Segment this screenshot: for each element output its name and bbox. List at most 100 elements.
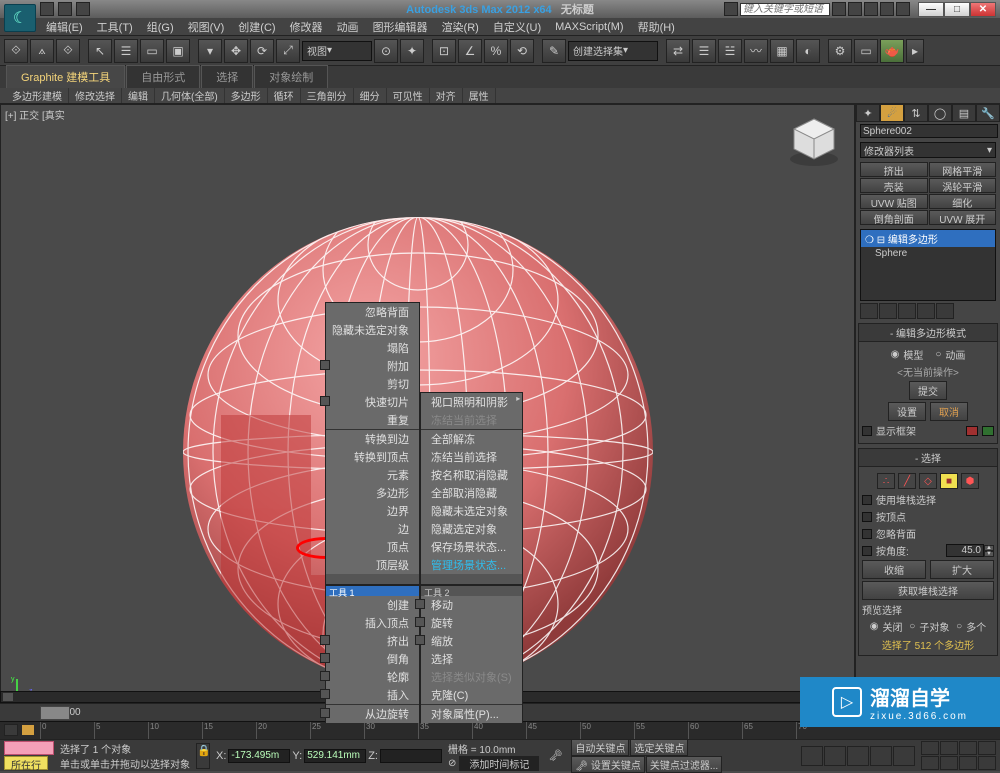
qm-ignore-backfacing[interactable]: 忽略背面 — [326, 303, 419, 321]
qm-viewport-lighting[interactable]: 视口照明和阴影 — [421, 393, 522, 411]
script-listener-mini[interactable] — [4, 741, 54, 755]
qm-repeat[interactable]: 重复 — [326, 411, 419, 429]
btn-tessellate[interactable]: 细化 — [929, 194, 997, 209]
scale-icon[interactable]: ⤢ — [276, 39, 300, 63]
angle-snap-icon[interactable]: ∠ — [458, 39, 482, 63]
rib-loops[interactable]: 循环 — [268, 88, 301, 103]
render-frame-icon[interactable]: ▭ — [854, 39, 878, 63]
qm-polygon[interactable]: 多边形 — [326, 484, 419, 502]
pin-stack-icon[interactable] — [860, 303, 878, 319]
exchange-icon[interactable] — [864, 2, 878, 16]
rib-tri[interactable]: 三角剖分 — [301, 88, 354, 103]
subobj-element-icon[interactable]: ⬢ — [961, 473, 979, 489]
btn-shrink[interactable]: 收缩 — [862, 560, 926, 579]
qm-element[interactable]: 元素 — [326, 466, 419, 484]
btn-commit[interactable]: 提交 — [909, 381, 947, 400]
manip-icon[interactable]: ✦ — [400, 39, 424, 63]
modifier-stack[interactable]: ❍ ⊟ 编辑多边形 Sphere — [860, 229, 996, 301]
qm-bevel[interactable]: 倒角 — [326, 650, 419, 668]
layers-icon[interactable]: ☱ — [718, 39, 742, 63]
toolbar-more-icon[interactable]: ▸ — [906, 39, 924, 63]
schematic-icon[interactable]: ▦ — [770, 39, 794, 63]
chk-showcage[interactable] — [862, 426, 872, 436]
subobj-polygon-icon[interactable]: ■ — [940, 473, 958, 489]
menu-modifiers[interactable]: 修改器 — [284, 18, 329, 36]
qm-border[interactable]: 边界 — [326, 502, 419, 520]
chk-by-angle[interactable] — [862, 546, 872, 556]
btn-turbosmooth[interactable]: 涡轮平滑 — [929, 178, 997, 193]
tab-display-icon[interactable]: ▤ — [952, 104, 976, 122]
angle-input[interactable] — [946, 544, 984, 557]
show-end-result-icon[interactable] — [879, 303, 897, 319]
qm-move[interactable]: 移动 — [421, 596, 522, 614]
rollout-editpoly-mode[interactable]: - 编辑多边形模式 — [858, 323, 998, 342]
lock-selection-icon[interactable]: 🔒 — [196, 743, 210, 769]
refcoord-dropdown[interactable]: 视图 ▾ — [302, 41, 372, 61]
remove-mod-icon[interactable] — [917, 303, 935, 319]
btn-get-stack-sel[interactable]: 获取堆栈选择 — [862, 581, 994, 600]
rib-polys[interactable]: 多边形 — [225, 88, 268, 103]
chk-use-stack-sel[interactable] — [862, 495, 872, 505]
cage-color1[interactable] — [966, 426, 978, 436]
add-time-tag[interactable]: 添加时间标记 — [459, 756, 539, 771]
rib-edit[interactable]: 编辑 — [122, 88, 155, 103]
nav-walk-icon[interactable] — [940, 741, 958, 755]
radio-multi[interactable]: 多个 — [966, 619, 986, 634]
percent-snap-icon[interactable]: % — [484, 39, 508, 63]
goto-start-icon[interactable] — [801, 746, 823, 766]
menu-grapheditors[interactable]: 图形编辑器 — [367, 18, 434, 36]
qm-toplevel[interactable]: 顶层级 — [326, 556, 419, 574]
tab-modify-icon[interactable]: ☄ — [880, 104, 904, 122]
menu-group[interactable]: 组(G) — [141, 18, 180, 36]
help-icon[interactable] — [896, 2, 910, 16]
btn-unwrap[interactable]: UVW 展开 — [929, 210, 997, 225]
tab-utilities-icon[interactable]: 🔧 — [976, 104, 1000, 122]
qm-select[interactable]: 选择 — [421, 650, 522, 668]
btn-extrude[interactable]: 挤出 — [860, 162, 928, 177]
qm-convert-vertex[interactable]: 转换到顶点 — [326, 448, 419, 466]
configure-sets-icon[interactable] — [936, 303, 954, 319]
move-icon[interactable]: ✥ — [224, 39, 248, 63]
viewport-label[interactable]: [+] 正交 [真实 — [5, 107, 65, 122]
qm-convert-edge[interactable]: 转换到边 — [326, 430, 419, 448]
spinner-snap-icon[interactable]: ⟲ — [510, 39, 534, 63]
app-menu-icon[interactable]: ☾ — [4, 4, 36, 32]
nav-pan-icon[interactable] — [921, 741, 939, 755]
qm-clone[interactable]: 克隆(C) — [421, 686, 522, 704]
radio-off[interactable]: 关闭 — [883, 619, 903, 634]
align-icon[interactable]: ☰ — [692, 39, 716, 63]
tab-selection[interactable]: 选择 — [201, 65, 253, 88]
material-editor-icon[interactable]: ◐ — [796, 39, 820, 63]
qm-manage-scene-state[interactable]: 管理场景状态... — [421, 556, 522, 574]
radio-animate[interactable]: 动画 — [945, 347, 965, 362]
qm-vertex[interactable]: 顶点 — [326, 538, 419, 556]
qm-collapse[interactable]: 塌陷 — [326, 339, 419, 357]
coord-z-input[interactable] — [380, 749, 442, 763]
qm-freeze-sel[interactable]: 冻结当前选择 — [421, 448, 522, 466]
stack-editpoly[interactable]: ❍ ⊟ 编辑多边形 — [861, 230, 995, 247]
tab-hierarchy-icon[interactable]: ⇅ — [904, 104, 928, 122]
row-button[interactable]: 所在行 — [4, 756, 48, 770]
play-icon[interactable] — [847, 746, 869, 766]
btn-grow[interactable]: 扩大 — [930, 560, 994, 579]
tab-freeform[interactable]: 自由形式 — [126, 65, 200, 88]
rect-select-icon[interactable]: ▭ — [140, 39, 164, 63]
nav-max-toggle-icon[interactable] — [978, 756, 996, 770]
nav-fov-icon[interactable] — [921, 756, 939, 770]
radio-model[interactable]: 模型 — [903, 347, 923, 362]
tab-motion-icon[interactable]: ◯ — [928, 104, 952, 122]
pivot-icon[interactable]: ⊙ — [374, 39, 398, 63]
subobj-vertex-icon[interactable]: ∴ — [877, 473, 895, 489]
btn-selkey[interactable]: 选定关键点 — [630, 739, 688, 756]
trackbar-key[interactable] — [22, 725, 34, 735]
snap-toggle-icon[interactable]: ⊡ — [432, 39, 456, 63]
link-icon[interactable]: ⟐ — [4, 39, 28, 63]
unlink-icon[interactable]: ⟑ — [30, 39, 54, 63]
btn-bevelprofile[interactable]: 倒角剖面 — [860, 210, 928, 225]
mirror-icon[interactable]: ⇄ — [666, 39, 690, 63]
close-button[interactable]: ✕ — [970, 2, 996, 17]
search-go-icon[interactable] — [832, 2, 846, 16]
goto-end-icon[interactable] — [893, 746, 915, 766]
btn-setkey[interactable]: 🗝 设置关键点 — [571, 756, 644, 773]
btn-keyfilter[interactable]: 关键点过滤器... — [646, 756, 722, 773]
